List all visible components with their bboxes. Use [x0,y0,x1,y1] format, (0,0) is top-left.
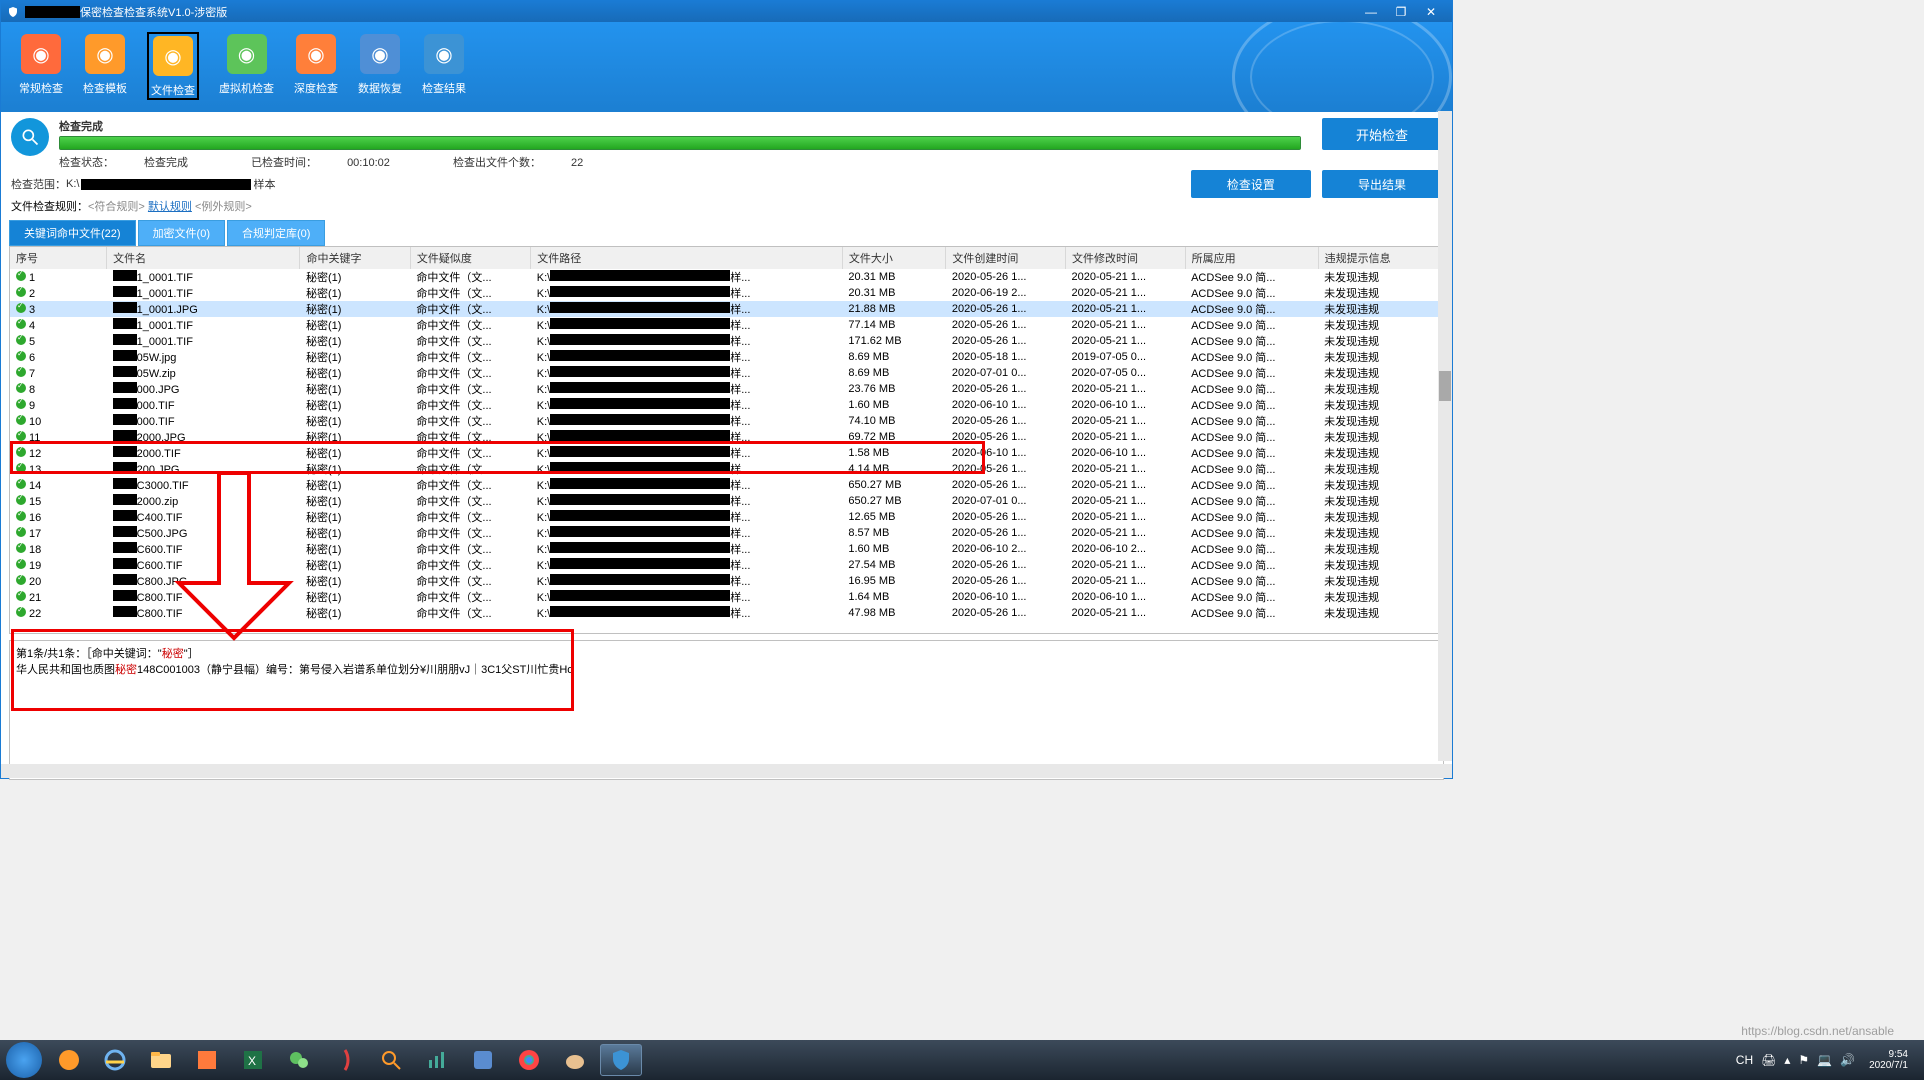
close-button[interactable]: ✕ [1416,3,1446,21]
search-icon [11,118,49,156]
toolbar-1[interactable]: ◉检查模板 [83,34,127,100]
horizontal-scrollbar[interactable] [1,764,1452,778]
taskbar-excel[interactable]: X [232,1044,274,1076]
taskbar-app-1[interactable] [48,1044,90,1076]
col-8[interactable]: 所属应用 [1185,247,1318,269]
table-row[interactable]: 9000.TIF秘密(1)命中文件（文...K:\样...1.60 MB2020… [10,397,1443,413]
table-row[interactable]: 18C600.TIF秘密(1)命中文件（文...K:\样...1.60 MB20… [10,541,1443,557]
system-tray[interactable]: CH 🖨 ▴ ⚑ 💻 🔊 9:54 2020/7/1 [1732,1049,1918,1071]
table-row[interactable]: 112000.JPG秘密(1)命中文件（文...K:\样...69.72 MB2… [10,429,1443,445]
table-row[interactable]: 41_0001.TIF秘密(1)命中文件（文...K:\样...77.14 MB… [10,317,1443,333]
table-row[interactable]: 14C3000.TIF秘密(1)命中文件（文...K:\样...650.27 M… [10,477,1443,493]
table-row[interactable]: 605W.jpg秘密(1)命中文件（文...K:\样...8.69 MB2020… [10,349,1443,365]
detail-panel: 第1条/共1条：［命中关键词："秘密"］ 华人民共和国也质图秘密148C0010… [9,640,1444,780]
taskbar-wechat[interactable] [278,1044,320,1076]
rules-row: 文件检查规则： <符合规则> 默认规则 <例外规则> [1,196,1452,216]
taskbar-chrome[interactable] [508,1044,550,1076]
table-row[interactable]: 13200.JPG秘密(1)命中文件（文...K:\样...4.14 MB202… [10,461,1443,477]
table-row[interactable]: 152000.zip秘密(1)命中文件（文...K:\样...650.27 MB… [10,493,1443,509]
table-row[interactable]: 31_0001.JPG秘密(1)命中文件（文...K:\样...21.88 MB… [10,301,1443,317]
tab-0[interactable]: 关键词命中文件(22) [9,220,136,246]
col-7[interactable]: 文件修改时间 [1065,247,1185,269]
toolbar-0[interactable]: ◉常规检查 [19,34,63,100]
col-3[interactable]: 文件疑似度 [410,247,530,269]
maximize-button[interactable]: ❐ [1386,3,1416,21]
app-title: 保密检查检查系统V1.0- [80,4,194,20]
start-button[interactable] [6,1042,42,1078]
default-rule-link[interactable]: 默认规则 [148,198,192,214]
col-0[interactable]: 序号 [10,247,107,269]
toolbar-3[interactable]: ◉虚拟机检查 [219,34,274,100]
toolbar-4[interactable]: ◉深度检查 [294,34,338,100]
taskbar-app-10[interactable] [462,1044,504,1076]
titlebar: 保密检查检查系统V1.0-涉密版 — ❐ ✕ [1,1,1452,22]
taskbar-chart[interactable] [416,1044,458,1076]
taskbar-paint[interactable] [554,1044,596,1076]
taskbar: X CH 🖨 ▴ ⚑ 💻 🔊 9:54 2020/7/1 [0,1040,1924,1080]
status-area: 检查完成 检查状态：检查完成 已检查时间：00:10:02 检查出文件个数：22… [1,112,1452,172]
progress-bar [59,136,1301,150]
toolbar-5[interactable]: ◉数据恢复 [358,34,402,100]
clock[interactable]: 9:54 2020/7/1 [1869,1049,1908,1071]
taskbar-search[interactable] [370,1044,412,1076]
table-row[interactable]: 51_0001.TIF秘密(1)命中文件（文...K:\样...171.62 M… [10,333,1443,349]
table-row[interactable]: 11_0001.TIF秘密(1)命中文件（文...K:\样...20.31 MB… [10,269,1443,285]
ime-indicator[interactable]: CH [1736,1053,1753,1067]
scope-row: 检查范围： K:\样本 检查设置 导出结果 [1,172,1452,196]
table-row[interactable]: 21_0001.TIF秘密(1)命中文件（文...K:\样...20.31 MB… [10,285,1443,301]
col-9[interactable]: 违规提示信息 [1318,247,1442,269]
taskbar-explorer[interactable] [140,1044,182,1076]
taskbar-ie[interactable] [94,1044,136,1076]
start-check-button[interactable]: 开始检查 [1322,118,1442,150]
app-shield-icon [7,6,19,18]
table-row[interactable]: 10000.TIF秘密(1)命中文件（文...K:\样...74.10 MB20… [10,413,1443,429]
taskbar-app-7[interactable] [324,1044,366,1076]
tray-icon-1[interactable]: 🖨 [1761,1053,1776,1067]
main-toolbar: ◉常规检查 ◉检查模板 ◉文件检查 ◉虚拟机检查 ◉深度检查 ◉数据恢复 ◉检查结果 [1,22,1452,112]
chevron-up-icon[interactable]: ▴ [1784,1053,1790,1067]
taskbar-current-app[interactable] [600,1044,642,1076]
table-row[interactable]: 122000.TIF秘密(1)命中文件（文...K:\样...1.58 MB20… [10,445,1443,461]
col-5[interactable]: 文件大小 [842,247,946,269]
volume-icon[interactable]: 🔊 [1840,1053,1855,1067]
table-row[interactable]: 21C800.TIF秘密(1)命中文件（文...K:\样...1.64 MB20… [10,589,1443,605]
tab-1[interactable]: 加密文件(0) [138,220,225,246]
col-1[interactable]: 文件名 [107,247,300,269]
table-row[interactable]: 20C800.JPG秘密(1)命中文件（文...K:\样...16.95 MB2… [10,573,1443,589]
svg-text:X: X [248,1054,256,1068]
table-row[interactable]: 22C800.TIF秘密(1)命中文件（文...K:\样...47.98 MB2… [10,605,1443,621]
result-tabs: 关键词命中文件(22)加密文件(0)合规判定库(0) [1,216,1452,246]
col-6[interactable]: 文件创建时间 [946,247,1066,269]
export-button[interactable]: 导出结果 [1322,170,1442,198]
flag-icon[interactable]: ⚑ [1798,1053,1809,1067]
vertical-scrollbar[interactable] [1438,111,1452,761]
col-2[interactable]: 命中关键字 [300,247,410,269]
table-row[interactable]: 705W.zip秘密(1)命中文件（文...K:\样...8.69 MB2020… [10,365,1443,381]
table-row[interactable]: 17C500.JPG秘密(1)命中文件（文...K:\样...8.57 MB20… [10,525,1443,541]
table-row[interactable]: 19C600.TIF秘密(1)命中文件（文...K:\样...27.54 MB2… [10,557,1443,573]
toolbar-6[interactable]: ◉检查结果 [422,34,466,100]
watermark: https://blog.csdn.net/ansable [1741,1024,1894,1038]
taskbar-app-4[interactable] [186,1044,228,1076]
minimize-button[interactable]: — [1356,3,1386,21]
settings-button[interactable]: 检查设置 [1191,170,1311,198]
table-row[interactable]: 16C400.TIF秘密(1)命中文件（文...K:\样...12.65 MB2… [10,509,1443,525]
col-4[interactable]: 文件路径 [531,247,843,269]
tab-2[interactable]: 合规判定库(0) [227,220,325,246]
table-row[interactable]: 8000.JPG秘密(1)命中文件（文...K:\样...23.76 MB202… [10,381,1443,397]
network-icon[interactable]: 💻 [1817,1053,1832,1067]
status-done: 检查完成 [59,118,1314,134]
result-table[interactable]: 序号文件名命中关键字文件疑似度文件路径文件大小文件创建时间文件修改时间所属应用违… [9,246,1444,634]
toolbar-2[interactable]: ◉文件检查 [147,32,199,100]
